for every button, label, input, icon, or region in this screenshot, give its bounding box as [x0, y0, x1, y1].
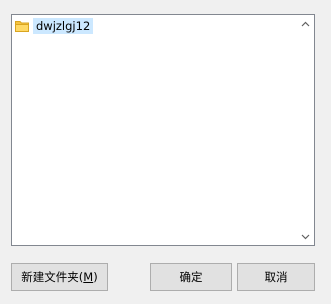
cancel-button[interactable]: 取消 [237, 263, 315, 291]
new-folder-accelerator: M [83, 270, 94, 284]
new-folder-label: 新建文件夹( [21, 270, 84, 284]
vertical-scrollbar[interactable] [297, 15, 314, 245]
folder-tree[interactable]: dwjzlgj12 [11, 14, 315, 246]
scroll-up-button[interactable] [297, 15, 314, 32]
chevron-down-icon [301, 234, 310, 239]
tree-item-label: dwjzlgj12 [33, 18, 94, 34]
scroll-down-button[interactable] [297, 228, 314, 245]
folder-icon [15, 20, 29, 32]
new-folder-button[interactable]: 新建文件夹(M) [11, 263, 108, 291]
ok-button[interactable]: 确定 [150, 263, 232, 291]
tree-item-dwjzlgj12[interactable]: dwjzlgj12 [14, 17, 94, 35]
chevron-up-icon [301, 21, 310, 26]
new-folder-suffix: ) [93, 270, 98, 284]
